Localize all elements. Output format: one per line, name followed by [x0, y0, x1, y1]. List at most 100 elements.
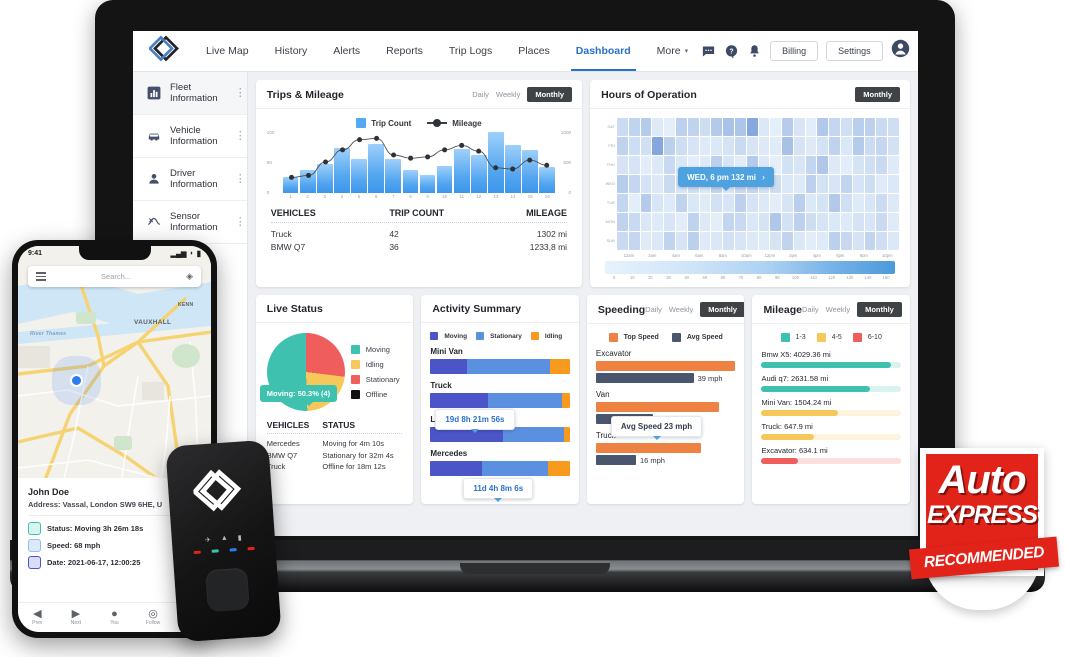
mileage-fill[interactable] [761, 386, 871, 392]
heatmap-cell[interactable] [829, 175, 841, 193]
activity-stacked-bar[interactable] [430, 393, 570, 408]
heatmap-cell[interactable] [640, 194, 652, 212]
heatmap-cell[interactable] [628, 156, 640, 174]
mileage-tab-weekly[interactable]: Weekly [826, 305, 850, 314]
heatmap-cell[interactable] [664, 232, 676, 250]
heatmap-cell[interactable] [793, 194, 805, 212]
heatmap-cell[interactable] [746, 232, 758, 250]
heatmap-cell[interactable] [817, 213, 829, 231]
heatmap-cell[interactable] [617, 156, 628, 174]
heatmap-cell[interactable] [770, 232, 782, 250]
nav-trip-logs[interactable]: Trip Logs [436, 31, 505, 71]
heatmap-cell[interactable] [817, 194, 829, 212]
heatmap-cell[interactable] [758, 118, 770, 136]
heatmap-cell[interactable] [664, 156, 676, 174]
heatmap-cell[interactable] [734, 137, 746, 155]
heatmap-cell[interactable] [805, 194, 817, 212]
heatmap-cell[interactable] [617, 175, 628, 193]
speeding-tab-weekly[interactable]: Weekly [669, 305, 693, 314]
heatmap-cell[interactable] [829, 194, 841, 212]
tracker-sos-button[interactable] [204, 567, 250, 613]
sidebar-item-vehicle-information[interactable]: Vehicle Information ⋮ [133, 115, 247, 158]
activity-stacked-bar[interactable] [430, 359, 570, 374]
heatmap-cell[interactable] [829, 213, 841, 231]
layers-icon[interactable]: ◈ [186, 271, 193, 282]
heatmap-cell[interactable] [841, 175, 852, 193]
heatmap-cell[interactable] [841, 213, 852, 231]
heatmap-cell[interactable] [734, 213, 746, 231]
sidebar-overflow-vehicle[interactable]: ⋮ [235, 130, 246, 141]
heatmap-cell[interactable] [652, 194, 664, 212]
nav-reports[interactable]: Reports [373, 31, 436, 71]
brand-logo-icon[interactable] [149, 34, 183, 68]
heatmap-cell[interactable] [734, 118, 746, 136]
heatmap-cell[interactable] [852, 232, 864, 250]
heatmap-cell[interactable] [841, 137, 852, 155]
heatmap-cell[interactable] [829, 118, 841, 136]
phone-search-bar[interactable]: Search... ◈ [28, 266, 201, 287]
heatmap-cell[interactable] [746, 213, 758, 231]
heatmap-cell[interactable] [758, 137, 770, 155]
heatmap-cell[interactable] [699, 213, 711, 231]
heatmap-cell[interactable] [876, 118, 888, 136]
heatmap-cell[interactable] [782, 194, 793, 212]
heatmap-cell[interactable] [723, 232, 734, 250]
heatmap-cell[interactable] [723, 194, 734, 212]
heatmap-cell[interactable] [852, 156, 864, 174]
menu-icon[interactable] [36, 272, 46, 281]
heatmap-cell[interactable] [676, 213, 687, 231]
heatmap-cell[interactable] [805, 137, 817, 155]
heatmap-cell[interactable] [770, 213, 782, 231]
heatmap-cell[interactable] [888, 213, 899, 231]
heatmap-cell[interactable] [864, 232, 876, 250]
heatmap-cell[interactable] [829, 156, 841, 174]
heatmap-cell[interactable] [687, 194, 699, 212]
hours-tab-monthly[interactable]: Monthly [855, 87, 900, 102]
heatmap-cell[interactable] [699, 118, 711, 136]
nav-more[interactable]: More ▾ [644, 31, 701, 71]
heatmap-cell[interactable] [687, 232, 699, 250]
heatmap-cell[interactable] [758, 194, 770, 212]
chat-icon[interactable] [701, 44, 716, 59]
heatmap-cell[interactable] [652, 137, 664, 155]
heatmap-cell[interactable] [628, 137, 640, 155]
heatmap-cell[interactable] [770, 137, 782, 155]
heatmap-cell[interactable] [852, 137, 864, 155]
heatmap-cell[interactable] [888, 137, 899, 155]
help-icon[interactable]: ? [724, 44, 739, 59]
mileage-fill[interactable] [761, 458, 798, 464]
heatmap-cell[interactable] [628, 213, 640, 231]
heatmap-cell[interactable] [746, 137, 758, 155]
heatmap-cell[interactable] [617, 137, 628, 155]
heatmap-cell[interactable] [664, 137, 676, 155]
speeding-top-speed-bar[interactable] [595, 402, 719, 412]
heatmap-cell[interactable] [617, 194, 628, 212]
heatmap-cell[interactable] [770, 194, 782, 212]
sidebar-item-sensor-information[interactable]: Sensor Information ⋮ [133, 201, 247, 244]
heatmap-cell[interactable] [628, 194, 640, 212]
sidebar-overflow-sensor[interactable]: ⋮ [235, 216, 246, 227]
heatmap-cell[interactable] [628, 232, 640, 250]
heatmap-cell[interactable] [699, 137, 711, 155]
heatmap-cell[interactable] [640, 137, 652, 155]
nav-alerts[interactable]: Alerts [320, 31, 373, 71]
phone-nav-prev[interactable]: ◀ Prev [18, 608, 57, 626]
heatmap-cell[interactable] [805, 118, 817, 136]
mileage-fill[interactable] [761, 362, 892, 368]
heatmap-cell[interactable] [793, 137, 805, 155]
heatmap-cell[interactable] [782, 213, 793, 231]
heatmap-cell[interactable] [782, 232, 793, 250]
search-input[interactable]: Search... [46, 272, 186, 281]
heatmap-cell[interactable] [817, 137, 829, 155]
heatmap-cell[interactable] [664, 175, 676, 193]
heatmap-cell[interactable] [711, 118, 723, 136]
heatmap-cell[interactable] [864, 213, 876, 231]
heatmap-cell[interactable] [676, 194, 687, 212]
heatmap-cell[interactable] [640, 156, 652, 174]
heatmap-cell[interactable] [699, 194, 711, 212]
heatmap-cell[interactable] [628, 175, 640, 193]
heatmap-cell[interactable] [793, 118, 805, 136]
nav-history[interactable]: History [262, 31, 321, 71]
speeding-top-speed-bar[interactable] [595, 443, 701, 453]
heatmap-cell[interactable] [652, 156, 664, 174]
